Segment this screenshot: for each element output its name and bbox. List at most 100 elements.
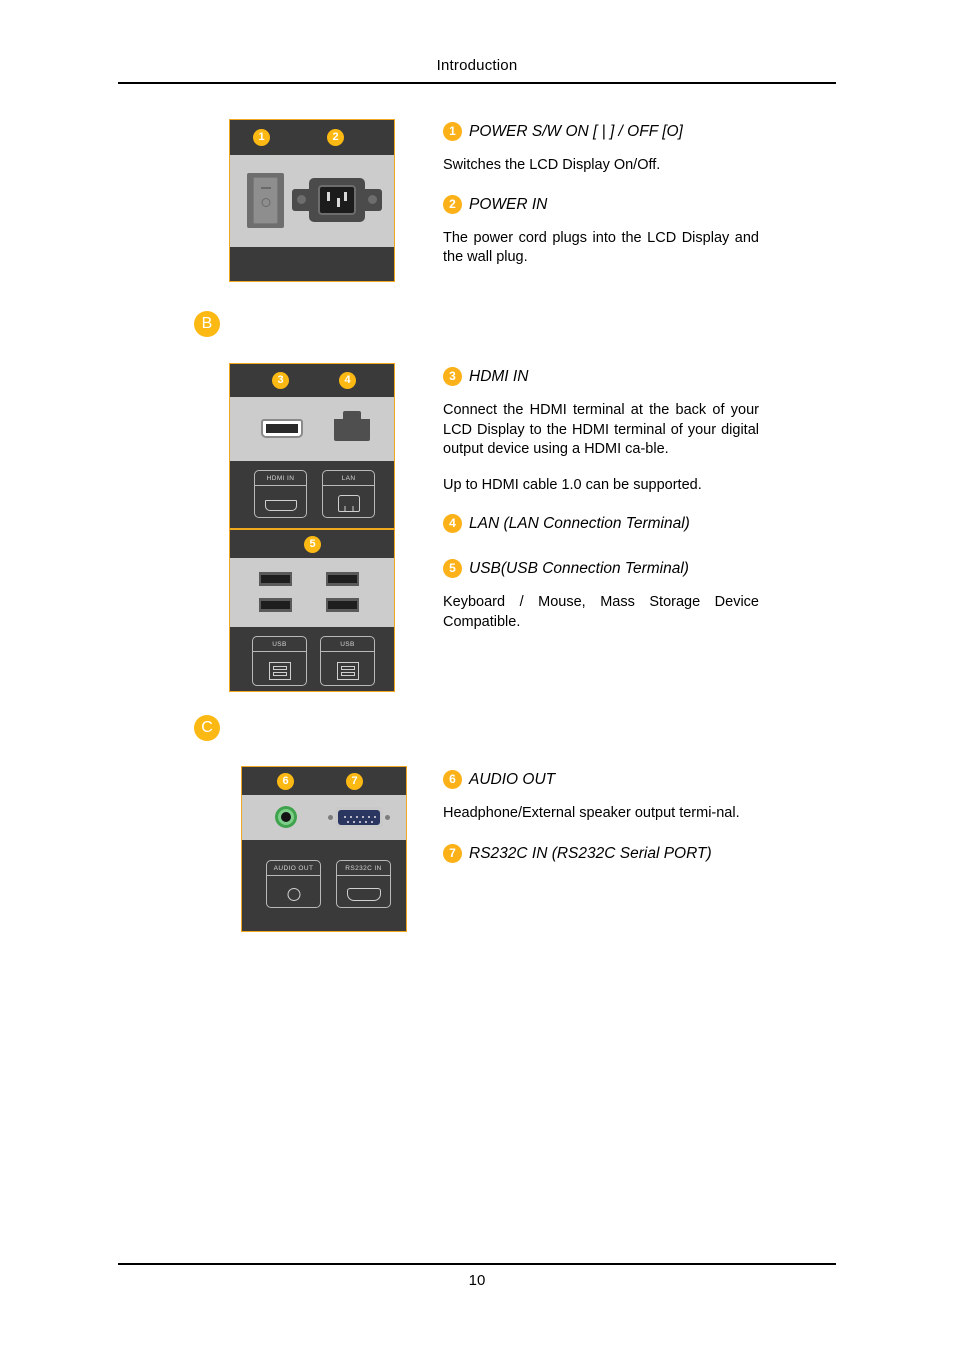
hdmi-port-icon [264, 500, 297, 511]
inlet-right-screw [368, 195, 377, 204]
power-panel-bottom-band [230, 247, 394, 281]
dsub-pin [374, 816, 376, 818]
item-3-body-2: Up to HDMI cable 1.0 can be supported. [443, 476, 702, 493]
power-rocker-switch [247, 173, 284, 228]
usb-box-divider [253, 651, 306, 653]
rocker-on-mark [260, 187, 271, 189]
usb-port-label: USB [340, 641, 355, 648]
dsub-pin [359, 821, 361, 823]
callout-2: 2 [327, 129, 344, 146]
page-footer: 10 [118, 1271, 836, 1291]
hdmi-usb-descriptions: 3 HDMI IN Connect the HDMI terminal at th… [443, 366, 759, 632]
hdmi-in-port-box: HDMI IN [254, 470, 307, 518]
audio-serial-label-band: AUDIO OUT RS232C IN [242, 840, 406, 931]
inlet-body [309, 178, 365, 222]
badge-2: 2 [443, 194, 462, 214]
inlet-left-screw [297, 195, 306, 204]
item-2-body: The power cord plugs into the LCD Displa… [443, 229, 759, 266]
audio-box-divider [267, 875, 320, 877]
dsub-shell [335, 807, 383, 828]
usb-icon-bar-bottom [340, 672, 355, 676]
section-marker-c: C [194, 715, 220, 741]
inlet-pin-left [327, 192, 330, 201]
callout-5: 5 [304, 536, 321, 553]
usb-port-icon [268, 662, 291, 680]
usb-port-box-right: USB [320, 636, 375, 686]
item-1-heading-text: POWER S/W ON [ | ] / OFF [O] [469, 123, 683, 140]
item-6-body: Headphone/External speaker output termi-… [443, 805, 740, 821]
section-marker-b: B [194, 311, 220, 337]
usb-slot-core [328, 601, 357, 609]
usb-panel-diagram: 5 USB USB [229, 529, 395, 692]
usb-top-band: 5 [230, 530, 394, 558]
dsub-pin [350, 816, 352, 818]
item-7-heading: 7 RS232C IN (RS232C Serial PORT) [443, 843, 759, 865]
hdmi-lan-top-band: 3 4 [230, 364, 394, 397]
power-panel-top-band: 1 2 [230, 120, 394, 155]
usb-slot-bottom-left [259, 598, 292, 612]
lan-port-box: LAN [322, 470, 375, 518]
item-5-heading-text: USB(USB Connection Terminal) [469, 560, 689, 577]
hdmi-in-port-label: HDMI IN [266, 475, 295, 482]
rocker-inner [253, 177, 278, 224]
inlet-pin-right [344, 192, 347, 201]
lan-port-label: LAN [341, 475, 356, 482]
dsub-right-screw [385, 815, 390, 820]
callout-1: 1 [253, 129, 270, 146]
audio-serial-panel-diagram: 6 7 AUDIO OUT RS232C IN [241, 766, 407, 932]
item-5-body: Keyboard / Mouse, Mass Storage Device Co… [443, 594, 759, 630]
power-inlet-connector [292, 178, 382, 222]
dsub-left-screw [328, 815, 333, 820]
audio-out-port-box: AUDIO OUT [266, 860, 321, 908]
footer-divider [118, 1263, 836, 1265]
rocker-off-mark [261, 198, 270, 207]
usb-icon-bar-top [272, 666, 287, 670]
dsub-pin [362, 816, 364, 818]
power-panel-diagram: 1 2 [229, 119, 395, 282]
callout-6: 6 [277, 773, 294, 790]
audio-serial-descriptions: 6 AUDIO OUT Headphone/External speaker ou… [443, 769, 759, 865]
badge-1: 1 [443, 122, 462, 142]
dsub-pin [365, 821, 367, 823]
audio-out-port-label: AUDIO OUT [273, 865, 314, 872]
dsub-pin [371, 821, 373, 823]
audio-out-port-icon [287, 888, 300, 901]
item-4-heading-text: LAN (LAN Connection Terminal) [469, 515, 690, 532]
document-page: Introduction 1 2 B 3 4 HDMI IN LAN 5 USB… [0, 0, 954, 1350]
usb-slot-bottom-right [326, 598, 359, 612]
audio-out-jack-glyph [275, 806, 297, 828]
item-4-heading: 4 LAN (LAN Connection Terminal) [443, 513, 759, 535]
rs232c-port-label: RS232C IN [345, 865, 382, 872]
usb-slot-core [328, 575, 357, 583]
badge-4: 4 [443, 514, 462, 534]
dsub-pin [356, 816, 358, 818]
badge-5: 5 [443, 559, 462, 579]
hdmi-plug-glyph [261, 419, 303, 438]
item-2-heading: 2 POWER IN [443, 194, 759, 216]
item-1-body: Switches the LCD Display On/Off. [443, 157, 661, 173]
rs232c-port-box: RS232C IN [336, 860, 391, 908]
item-3-heading: 3 HDMI IN [443, 366, 759, 388]
usb-icon-bar-top [340, 666, 355, 670]
item-6-heading-text: AUDIO OUT [469, 771, 556, 788]
inlet-pin-center [337, 198, 340, 207]
rs232c-box-divider [337, 875, 390, 877]
rs232c-connector-glyph [328, 807, 390, 828]
usb-slot-core [261, 575, 290, 583]
usb-slot-top-right [326, 572, 359, 586]
dsub-pin [368, 816, 370, 818]
item-3-body: Connect the HDMI terminal at the back of… [443, 402, 759, 457]
hdmi-plug-core [266, 424, 298, 433]
badge-7: 7 [443, 843, 462, 863]
header-divider [118, 82, 836, 84]
inlet-socket [318, 185, 356, 215]
usb-port-icon [336, 662, 359, 680]
power-panel-face [230, 155, 394, 247]
hdmi-box-divider [255, 485, 306, 487]
usb-slot-top-left [259, 572, 292, 586]
usb-port-box-left: USB [252, 636, 307, 686]
rs232c-port-icon [346, 888, 381, 901]
badge-6: 6 [443, 770, 462, 790]
lan-port-icon [337, 495, 360, 512]
usb-label-band: USB USB [230, 627, 394, 691]
